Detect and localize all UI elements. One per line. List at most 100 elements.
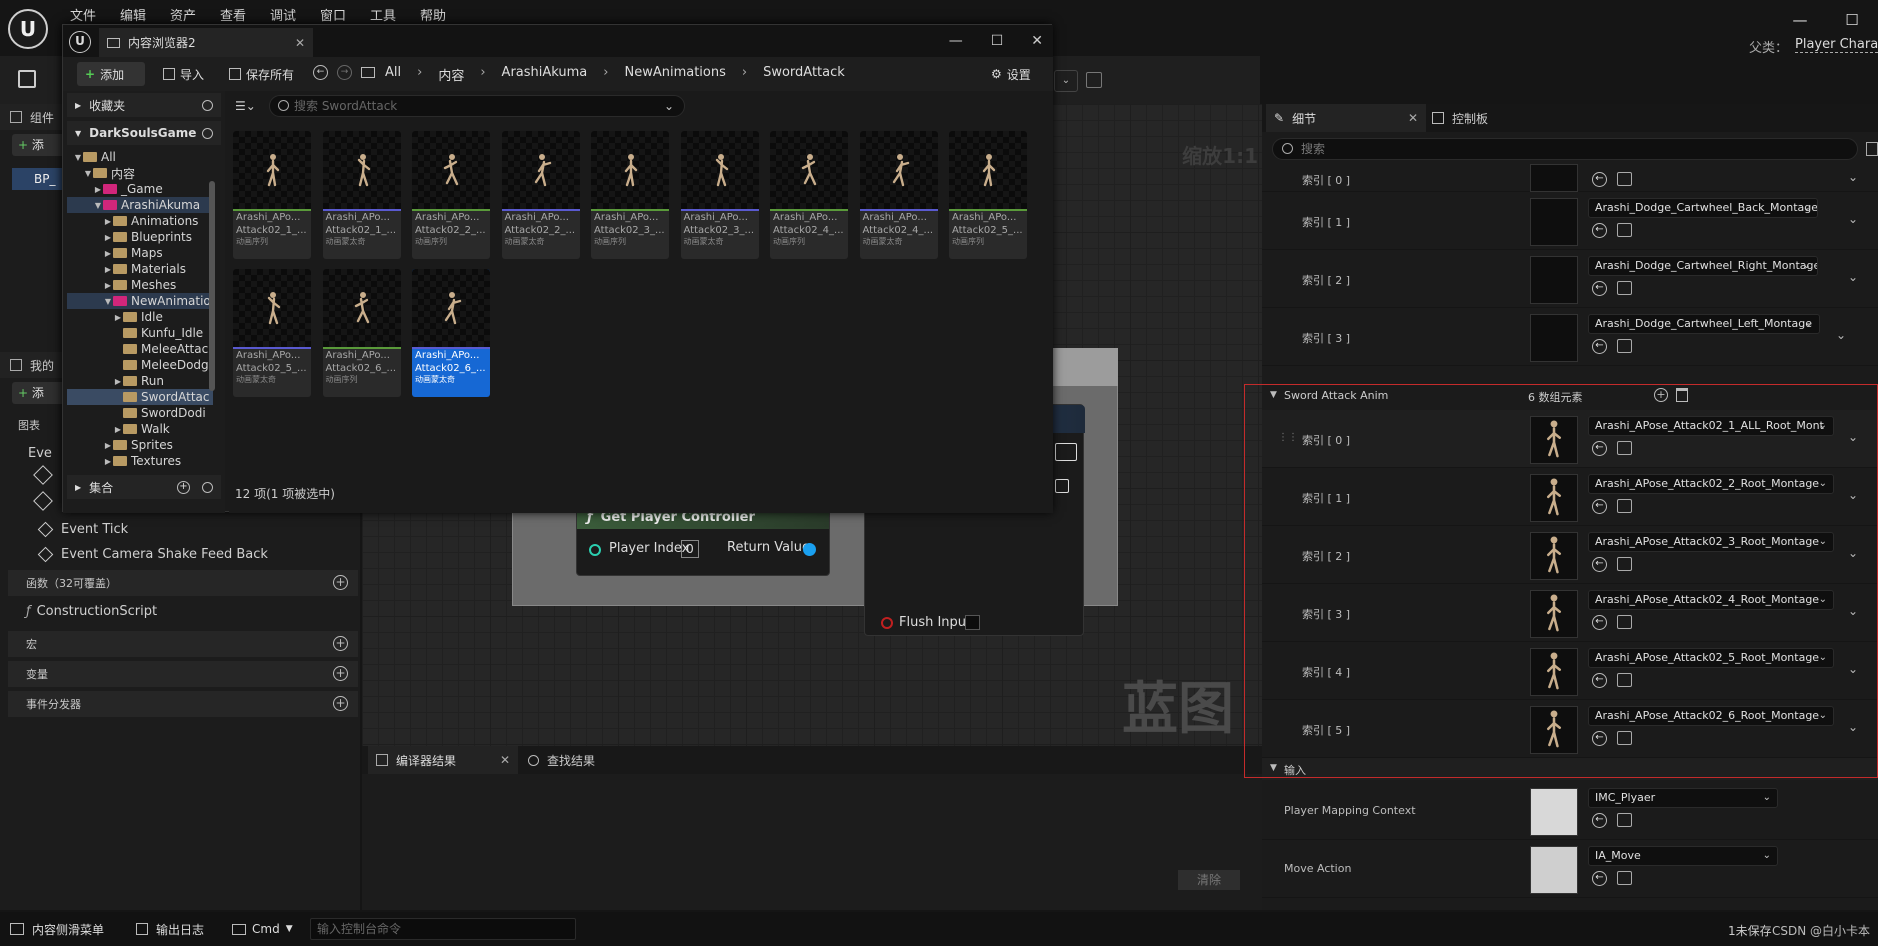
asset-thumbnail[interactable] xyxy=(1530,706,1578,754)
menu-asset[interactable]: 资产 xyxy=(170,5,196,24)
expand-arrow-icon[interactable]: ▼ xyxy=(103,297,113,306)
tree-folder-item[interactable]: MeleeDodg xyxy=(67,357,213,373)
event-tick-item[interactable]: Event Tick xyxy=(0,516,360,542)
add-element-icon[interactable]: + xyxy=(1654,388,1668,402)
tree-folder-item[interactable]: ▶ _Game xyxy=(67,181,213,197)
breadcrumb-item[interactable]: SwordAttack xyxy=(763,65,845,84)
add-variable-icon[interactable]: + xyxy=(333,666,348,681)
expand-arrow-icon[interactable]: ▶ xyxy=(113,425,123,434)
browse-icon[interactable] xyxy=(1617,673,1632,687)
object-pin-icon[interactable] xyxy=(803,543,816,556)
details-search-input[interactable]: 搜索 xyxy=(1272,138,1858,160)
expand-icon[interactable]: ⌄ xyxy=(1848,212,1858,226)
debug-icon[interactable] xyxy=(1086,72,1102,88)
browse-icon[interactable] xyxy=(1617,615,1632,629)
tree-folder-item[interactable]: ▶ Run xyxy=(67,373,213,389)
menu-file[interactable]: 文件 xyxy=(70,5,96,24)
asset-picker[interactable]: IA_Move ⌄ xyxy=(1588,846,1778,866)
use-selected-icon[interactable]: ← xyxy=(1592,871,1607,886)
add-button[interactable]: + 添加 xyxy=(77,62,145,86)
asset-picker[interactable]: Arashi_APose_Attack02_4_Root_Montage ⌄ xyxy=(1588,590,1834,610)
minimize-icon[interactable]: — xyxy=(949,33,963,49)
dispatchers-section-header[interactable]: 事件分发器 + xyxy=(8,691,358,717)
expand-arrow-icon[interactable]: ▶ xyxy=(103,217,113,226)
tree-folder-item[interactable]: ▼ NewAnimatio xyxy=(67,293,213,309)
expand-arrow-icon[interactable]: ▶ xyxy=(103,249,113,258)
close-window-icon[interactable]: ✕ xyxy=(1031,33,1043,49)
browse-icon[interactable] xyxy=(1617,499,1632,513)
collapse-icon[interactable]: ▼ xyxy=(1270,763,1277,773)
browse-icon[interactable] xyxy=(1617,441,1632,455)
expand-arrow-icon[interactable]: ▶ xyxy=(103,233,113,242)
flush-input-checkbox[interactable] xyxy=(965,615,980,630)
tab-content-browser[interactable]: 内容浏览器2 ✕ xyxy=(99,28,313,57)
asset-picker[interactable]: Arashi_APose_Attack02_5_Root_Montage ⌄ xyxy=(1588,648,1834,668)
close-icon[interactable]: ✕ xyxy=(500,753,510,767)
use-selected-icon[interactable]: ← xyxy=(1592,281,1607,296)
menu-tools[interactable]: 工具 xyxy=(370,5,396,24)
unsaved-count[interactable]: 1未保存 xyxy=(1728,922,1772,939)
asset-picker[interactable]: Arashi_APose_Attack02_1_ALL_Root_Mont ⌄ xyxy=(1588,416,1834,436)
save-all-button[interactable]: 保存所有 xyxy=(221,62,302,86)
expand-icon[interactable]: ⌄ xyxy=(1848,604,1858,618)
asset-picker[interactable]: Arashi_Dodge_Cartwheel_Left_Montage ⌄ xyxy=(1588,314,1820,334)
tree-folder-item[interactable]: SwordDodi xyxy=(67,405,213,421)
asset-thumbnail[interactable] xyxy=(1530,648,1578,696)
add-collection-icon[interactable]: + xyxy=(177,480,190,494)
asset-tile[interactable]: Arashi_APo... Attack02_1_... 动画序列 xyxy=(233,131,311,259)
drag-handle-icon[interactable]: ⋮⋮ xyxy=(1278,432,1298,443)
expand-icon[interactable]: ⌄ xyxy=(1848,488,1858,502)
tree-folder-item[interactable]: ▼ ArashiAkuma xyxy=(67,197,213,213)
sword-attack-anim-row[interactable]: ▼ Sword Attack Anim 6 数组元素 + xyxy=(1262,384,1878,408)
expand-icon[interactable]: ⌄ xyxy=(1848,662,1858,676)
tree-folder-item[interactable]: SwordAttac xyxy=(67,389,213,405)
search-icon[interactable] xyxy=(202,127,213,139)
maximize-icon[interactable]: ☐ xyxy=(1826,0,1878,40)
tree-folder-item[interactable]: ▶ Materials xyxy=(67,261,213,277)
tree-folder-item[interactable]: ▼ All xyxy=(67,149,213,165)
cmd-dropdown[interactable]: Cmd ▼ xyxy=(232,918,293,940)
macros-section-header[interactable]: 宏 + xyxy=(8,631,358,657)
use-selected-icon[interactable]: ← xyxy=(1592,339,1607,354)
breadcrumb-item[interactable]: ArashiAkuma xyxy=(502,65,588,84)
maximize-icon[interactable]: ☐ xyxy=(991,33,1004,49)
browse-icon[interactable] xyxy=(1617,223,1632,237)
expand-arrow-icon[interactable]: ▼ xyxy=(93,201,103,210)
expand-icon[interactable]: ⌄ xyxy=(1848,720,1858,734)
int-pin-icon[interactable] xyxy=(589,544,601,556)
close-icon[interactable]: ✕ xyxy=(295,36,305,50)
expand-arrow-icon[interactable]: ▼ xyxy=(83,169,93,178)
use-selected-icon[interactable]: ← xyxy=(1592,731,1607,746)
component-bp-item[interactable]: BP_ xyxy=(12,168,62,190)
asset-thumbnail[interactable] xyxy=(1530,164,1578,192)
breadcrumb-item[interactable]: All xyxy=(385,65,401,84)
search-icon[interactable] xyxy=(202,99,213,111)
settings-button[interactable]: ⚙ 设置 xyxy=(983,62,1039,86)
expand-icon[interactable]: ⌄ xyxy=(1848,430,1858,444)
browse-icon[interactable] xyxy=(1617,557,1632,571)
expand-arrow-icon[interactable]: ▼ xyxy=(73,153,83,162)
output-log-button[interactable]: 输出日志 xyxy=(136,918,204,940)
add-dispatcher-icon[interactable]: + xyxy=(333,696,348,711)
asset-thumbnail[interactable] xyxy=(1530,416,1578,464)
browse-icon[interactable] xyxy=(1617,813,1632,827)
breadcrumb-item[interactable]: NewAnimations xyxy=(624,65,725,84)
input-action-thumbnail[interactable] xyxy=(1530,846,1578,894)
menu-view[interactable]: 查看 xyxy=(220,5,246,24)
close-icon[interactable]: ✕ xyxy=(1408,111,1418,125)
import-button[interactable]: 导入 xyxy=(155,62,212,86)
menu-help[interactable]: 帮助 xyxy=(420,5,446,24)
use-selected-icon[interactable]: ← xyxy=(1592,441,1607,456)
tree-folder-item[interactable]: ▶ Maps xyxy=(67,245,213,261)
use-selected-icon[interactable]: ← xyxy=(1592,223,1607,238)
content-drawer-button[interactable]: 内容侧滑菜单 xyxy=(10,918,104,940)
expand-icon[interactable]: ⌄ xyxy=(1836,328,1846,342)
asset-picker[interactable]: Arashi_APose_Attack02_2_Root_Montage ⌄ xyxy=(1588,474,1834,494)
minimize-icon[interactable]: — xyxy=(1774,0,1826,40)
tree-folder-item[interactable]: ▼ 内容 xyxy=(67,165,213,181)
chevron-down-icon[interactable]: ⌄ xyxy=(664,96,674,116)
construction-script-item[interactable]: ƒ ConstructionScript xyxy=(0,598,360,624)
expand-icon[interactable]: ⌄ xyxy=(1848,546,1858,560)
tree-folder-item[interactable]: Kunfu_Idle xyxy=(67,325,213,341)
tree-folder-item[interactable]: ▶ Sprites xyxy=(67,437,213,453)
